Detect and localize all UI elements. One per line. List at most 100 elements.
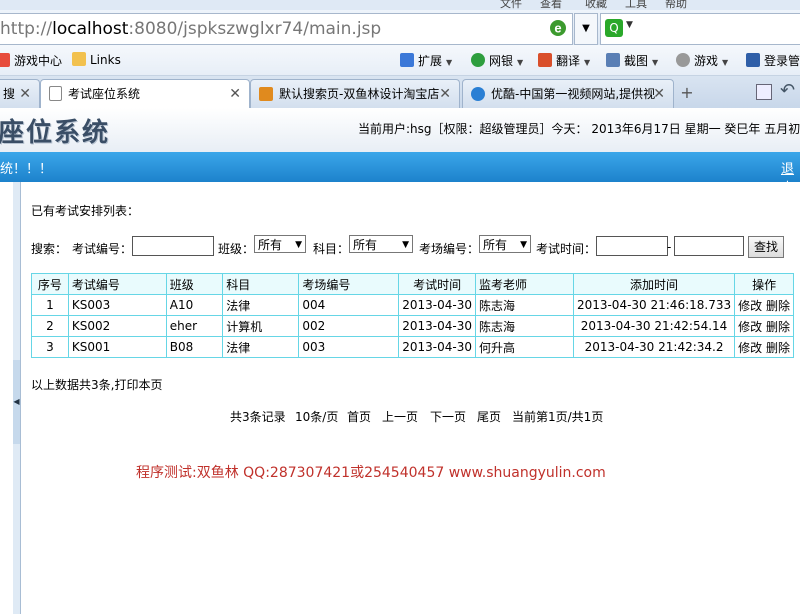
end-date-input[interactable] <box>674 236 744 256</box>
cell-added-time: 2013-04-30 21:46:18.733 <box>572 294 736 316</box>
screenshot-icon <box>606 53 620 67</box>
toolbar-screenshot[interactable]: 截图 ▼ <box>606 52 658 69</box>
cell-no: 2 <box>31 315 69 337</box>
toolbar-translate[interactable]: 翻译 ▼ <box>538 52 590 69</box>
cell-actions: 修改 删除 <box>734 315 794 337</box>
menu-item[interactable]: 收藏 <box>585 0 607 10</box>
col-teacher: 监考老师 <box>475 273 574 295</box>
col-class: 班级 <box>165 273 224 295</box>
cell-teacher: 陈志海 <box>475 294 574 316</box>
class-select[interactable]: 所有 ▼ <box>254 235 306 253</box>
chevron-down-icon[interactable]: ▼ <box>626 20 633 30</box>
edit-link[interactable]: 修改 <box>738 299 762 313</box>
menu-item[interactable]: 查看 <box>540 0 562 10</box>
close-icon[interactable]: ✕ <box>19 80 31 108</box>
cell-class: B08 <box>165 336 224 358</box>
pager-total: 共3条记录 <box>230 410 286 424</box>
cell-no: 1 <box>31 294 69 316</box>
cell-no: 3 <box>31 336 69 358</box>
delete-link[interactable]: 删除 <box>766 299 790 313</box>
col-actions: 操作 <box>734 273 794 295</box>
summary-text: 以上数据共3条,打印本页 <box>31 378 163 392</box>
cell-subject: 法律 <box>222 294 300 316</box>
edit-link[interactable]: 修改 <box>738 341 762 355</box>
exam-table: 序号 考试编号 班级 科目 考场编号 考试时间 监考老师 添加时间 操作 1 K… <box>31 273 794 358</box>
new-tab-plus-icon[interactable]: + <box>676 82 698 104</box>
tab-search[interactable]: 搜 ✕ <box>0 79 40 108</box>
search-engine-icon[interactable]: Q <box>605 19 623 37</box>
url-dropdown-button[interactable]: ▼ <box>574 13 598 45</box>
col-added-time: 添加时间 <box>572 273 736 295</box>
url-input[interactable]: http://localhost:8080/jspkszwglxr74/main… <box>0 13 573 45</box>
refresh-e-icon[interactable]: e <box>548 18 568 38</box>
table-row: 3 KS001 B08 法律 003 2013-04-30 何升高 2013-0… <box>31 336 794 358</box>
credit-text: 程序测试:双鱼林 QQ:287307421或254540457 www.shua… <box>136 465 606 481</box>
toolbar-bank[interactable]: 网银 ▼ <box>471 52 523 69</box>
bookmark-links[interactable]: Links <box>72 52 121 67</box>
translate-icon <box>538 53 552 67</box>
pager-last[interactable]: 尾页 <box>477 408 501 425</box>
search-label: 搜索： <box>31 242 68 256</box>
bookmark-game-center[interactable]: 游戏中心 <box>0 52 62 69</box>
delete-link[interactable]: 删除 <box>766 320 790 334</box>
pager-first[interactable]: 首页 <box>347 408 371 425</box>
subject-select[interactable]: 所有 ▼ <box>349 235 413 253</box>
cell-subject: 法律 <box>222 336 300 358</box>
tab-youku[interactable]: 优酷-中国第一视频网站,提供视 ✕ <box>462 79 674 108</box>
cell-exam-no: KS003 <box>67 294 167 316</box>
close-icon[interactable]: ✕ <box>439 80 451 108</box>
chevron-down-icon: ▼ <box>402 240 409 250</box>
marquee-text: 统！！！ <box>0 162 53 177</box>
extension-icon <box>400 53 414 67</box>
table-row: 1 KS003 A10 法律 004 2013-04-30 陈志海 2013-0… <box>31 294 794 316</box>
nav-bar <box>0 152 800 182</box>
tab-exam-seat-system[interactable]: 考试座位系统 ✕ <box>40 79 250 110</box>
pager-per-page: 10条/页 <box>295 410 339 424</box>
toolbar-login[interactable]: 登录管 <box>746 52 800 69</box>
pager-next[interactable]: 下一页 <box>430 408 466 425</box>
pager-prev[interactable]: 上一页 <box>382 408 418 425</box>
cell-added-time: 2013-04-30 21:42:34.2 <box>572 336 736 358</box>
cell-actions: 修改 删除 <box>734 294 794 316</box>
room-select[interactable]: 所有 ▼ <box>479 235 531 253</box>
search-tab-icon <box>259 87 273 101</box>
time-label: 考试时间： <box>536 242 597 256</box>
exam-no-label: 考试编号： <box>72 242 133 256</box>
cell-room: 003 <box>298 336 400 358</box>
cell-teacher: 陈志海 <box>475 315 574 337</box>
window-icon[interactable] <box>756 84 772 100</box>
cell-teacher: 何升高 <box>475 336 574 358</box>
toolbar-game[interactable]: 游戏 ▼ <box>676 52 728 69</box>
exam-no-input[interactable] <box>132 236 214 256</box>
cell-class: A10 <box>165 294 224 316</box>
close-icon[interactable]: ✕ <box>229 80 241 108</box>
tab-default-search[interactable]: 默认搜索页-双鱼林设计淘宝店 ✕ <box>250 79 460 108</box>
pager-current: 当前第1页/共1页 <box>512 410 604 424</box>
cell-room: 004 <box>298 294 400 316</box>
menu-item[interactable]: 文件 <box>500 0 522 10</box>
edit-link[interactable]: 修改 <box>738 320 762 334</box>
search-button[interactable]: 查找 <box>748 236 784 258</box>
cell-exam-no: KS001 <box>67 336 167 358</box>
start-date-input[interactable] <box>596 236 668 256</box>
cell-added-time: 2013-04-30 21:42:54.14 <box>572 315 736 337</box>
menu-item[interactable]: 工具 <box>625 0 647 10</box>
col-subject: 科目 <box>222 273 300 295</box>
back-arrow-icon[interactable]: ↶ <box>780 80 795 101</box>
cell-exam-no: KS002 <box>67 315 167 337</box>
delete-link[interactable]: 删除 <box>766 341 790 355</box>
gamepad-icon <box>676 53 690 67</box>
cell-actions: 修改 删除 <box>734 336 794 358</box>
collapse-arrow-icon[interactable]: ◀ <box>13 360 20 444</box>
logout-link[interactable]: 退出 <box>781 158 800 196</box>
subject-label: 科目： <box>313 242 350 256</box>
toolbar-extension[interactable]: 扩展 ▼ <box>400 52 452 69</box>
col-exam-time: 考试时间 <box>398 273 476 295</box>
menu-item[interactable]: 帮助 <box>665 0 687 10</box>
class-label: 班级： <box>218 242 255 256</box>
game-icon <box>0 53 10 67</box>
system-logo: 座位系统 <box>0 118 111 148</box>
login-icon <box>746 53 760 67</box>
close-icon[interactable]: ✕ <box>653 80 665 108</box>
folder-icon <box>72 52 86 66</box>
